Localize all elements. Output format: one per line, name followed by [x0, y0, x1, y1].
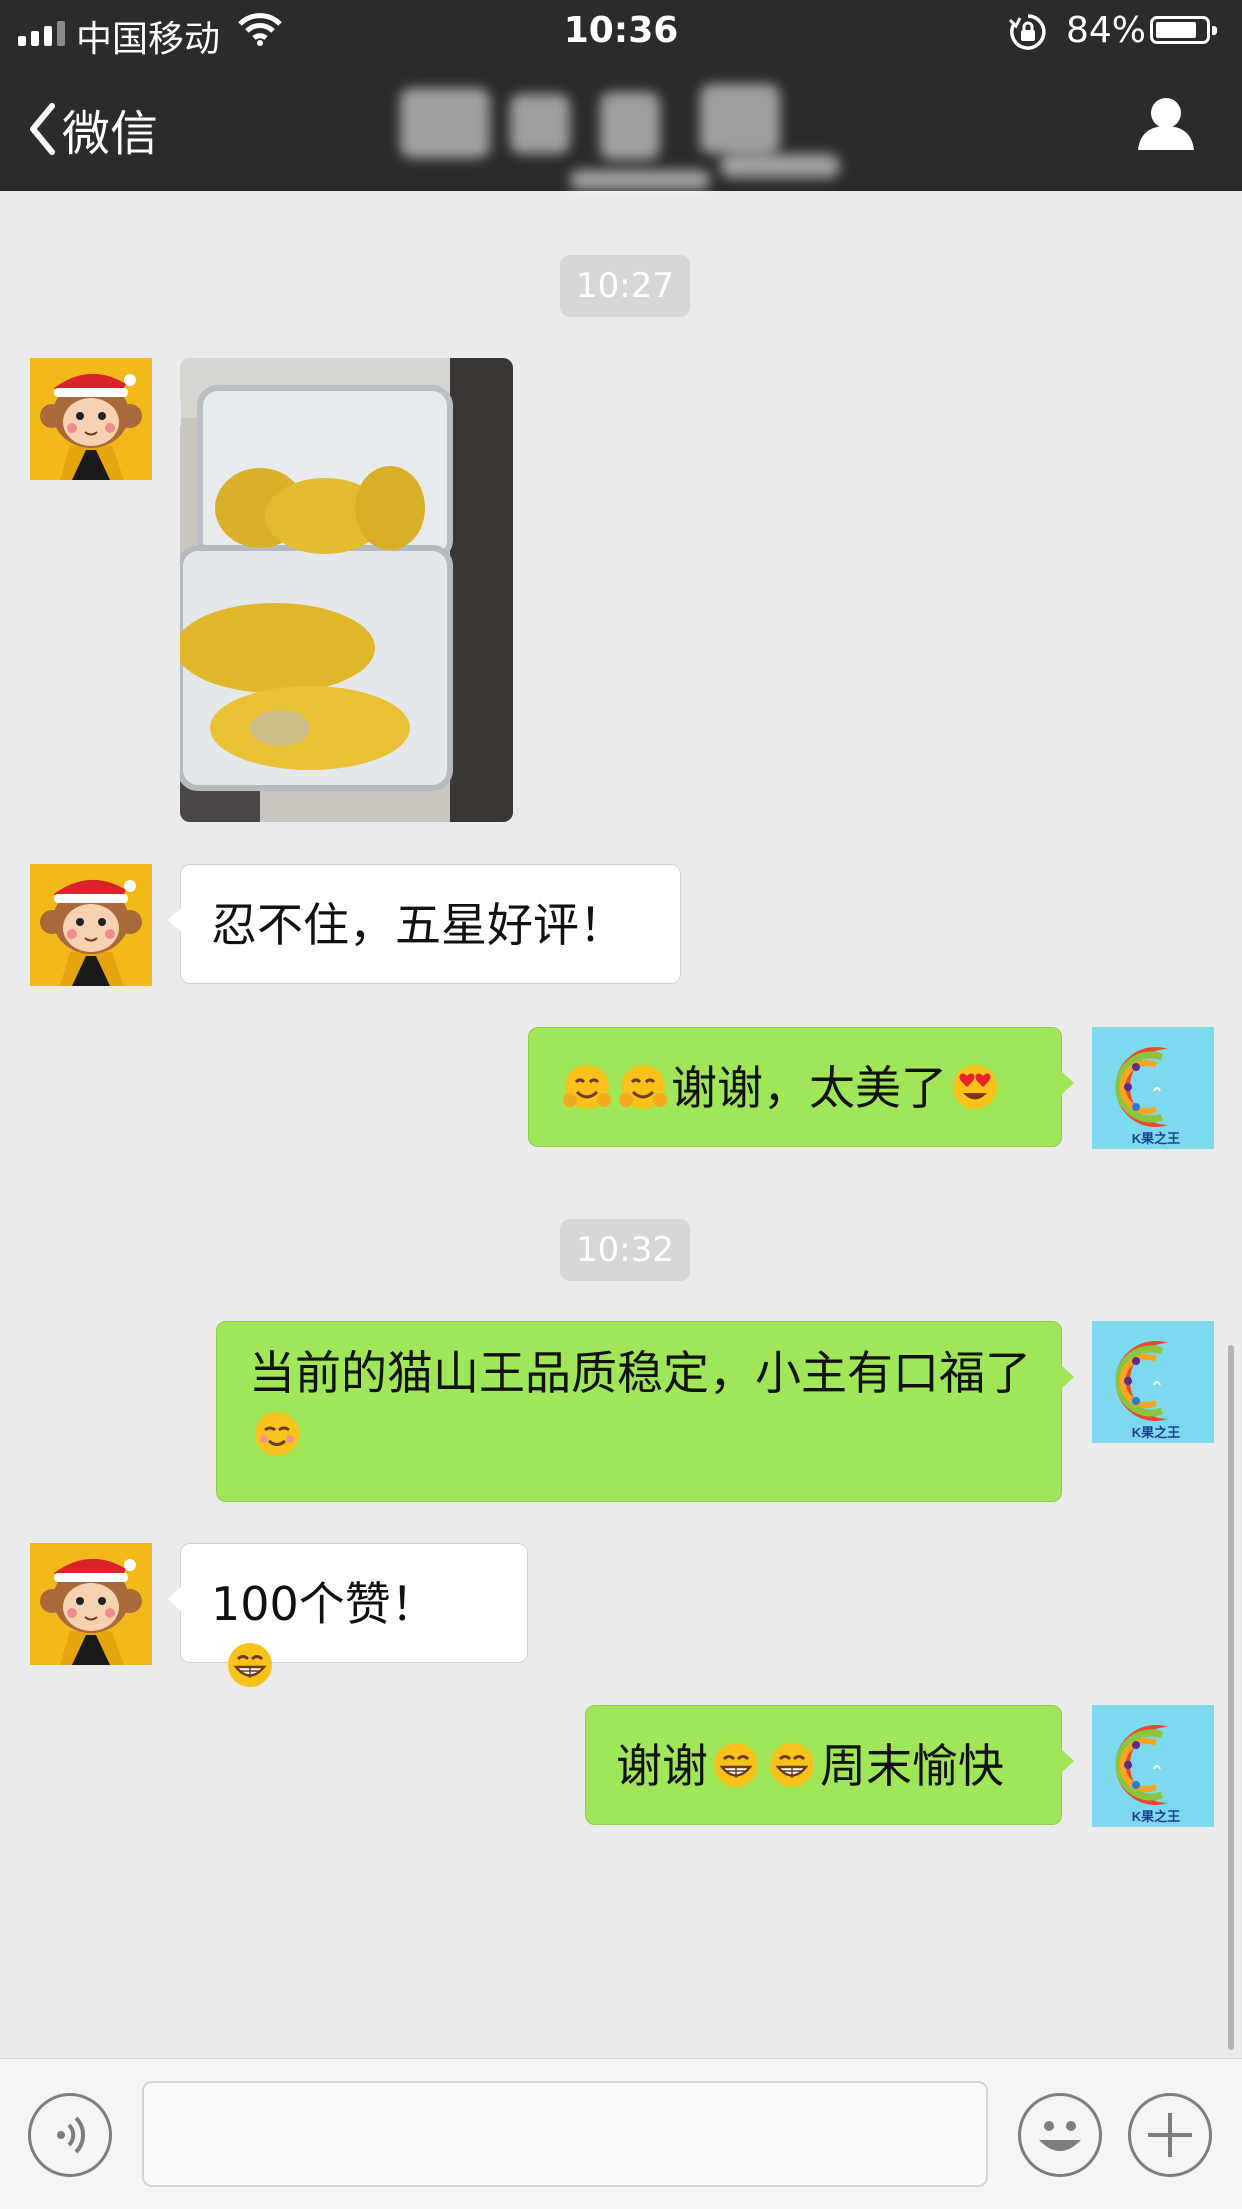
- person-icon: [1138, 98, 1194, 150]
- grin-emoji-icon: [767, 1740, 817, 1790]
- svg-text:K果之王: K果之王: [1132, 1425, 1180, 1440]
- durian-photo[interactable]: [180, 358, 513, 822]
- chat-title-obscured: [390, 74, 860, 194]
- shop-logo-icon: K果之王: [1092, 1321, 1214, 1443]
- message-text: 谢谢，太美了: [671, 1061, 947, 1115]
- voice-button[interactable]: [28, 2093, 112, 2177]
- avatar[interactable]: [30, 358, 152, 480]
- message-text: 忍不住，五星好评！: [211, 898, 625, 952]
- avatar[interactable]: K果之王: [1092, 1321, 1214, 1443]
- back-label: 微信: [62, 106, 159, 162]
- hug-emoji-icon: [562, 1062, 612, 1112]
- chat-info-button[interactable]: [1136, 96, 1196, 156]
- battery-percent: 84%: [1066, 10, 1147, 51]
- smiley-icon: [1039, 2121, 1081, 2151]
- avatar[interactable]: [30, 1543, 152, 1665]
- message-input[interactable]: [142, 2081, 988, 2187]
- plus-icon: [1148, 2113, 1192, 2157]
- shop-logo-icon: K果之王: [1092, 1027, 1214, 1149]
- blush-emoji-icon: [252, 1409, 302, 1459]
- message-bubble[interactable]: 忍不住，五星好评！: [168, 864, 681, 984]
- emoji-button[interactable]: [1018, 2093, 1102, 2177]
- timestamp: 10:27: [560, 255, 690, 317]
- message-text: 当前的猫山王品质稳定，小主有口福了: [249, 1346, 1031, 1400]
- avatar[interactable]: K果之王: [1092, 1705, 1214, 1827]
- scrollbar[interactable]: [1228, 1345, 1234, 2050]
- svg-text:K果之王: K果之王: [1132, 1809, 1180, 1824]
- message-text: 100个赞！: [211, 1577, 437, 1631]
- hug-emoji-icon: [618, 1062, 668, 1112]
- shop-logo-icon: K果之王: [1092, 1705, 1214, 1827]
- monkey-avatar-icon: [30, 1543, 152, 1665]
- status-time: 10:36: [563, 10, 679, 51]
- back-button[interactable]: 微信: [28, 94, 158, 164]
- chevron-left-icon: [30, 103, 55, 155]
- voice-icon: [57, 2116, 86, 2154]
- status-bar: 中国移动 10:36 84%: [0, 0, 1242, 62]
- message-bubble[interactable]: 100个赞！: [168, 1543, 528, 1687]
- monkey-avatar-icon: [30, 358, 152, 480]
- message-bubble[interactable]: 谢谢，太美了: [528, 1027, 1074, 1147]
- avatar[interactable]: [30, 864, 152, 986]
- top-bar: 中国移动 10:36 84% 微信: [0, 0, 1242, 191]
- heart-eyes-emoji-icon: [950, 1062, 1000, 1112]
- timestamp: 10:32: [560, 1219, 690, 1281]
- grin-emoji-icon: [225, 1640, 275, 1690]
- message-text: 谢谢: [616, 1739, 708, 1793]
- more-button[interactable]: [1128, 2093, 1212, 2177]
- nav-bar: 微信: [0, 62, 1242, 191]
- svg-text:K果之王: K果之王: [1132, 1131, 1180, 1146]
- battery-icon: [1150, 16, 1217, 44]
- avatar[interactable]: K果之王: [1092, 1027, 1214, 1149]
- grin-emoji-icon: [711, 1740, 761, 1790]
- message-text: 周末愉快: [820, 1739, 1004, 1793]
- rotation-lock-icon: [1008, 12, 1048, 61]
- message-bubble[interactable]: 当前的猫山王品质稳定，小主有口福了: [216, 1321, 1074, 1502]
- monkey-avatar-icon: [30, 864, 152, 986]
- message-bubble[interactable]: 谢谢 周末愉快: [585, 1705, 1074, 1825]
- input-bar: [0, 2058, 1242, 2209]
